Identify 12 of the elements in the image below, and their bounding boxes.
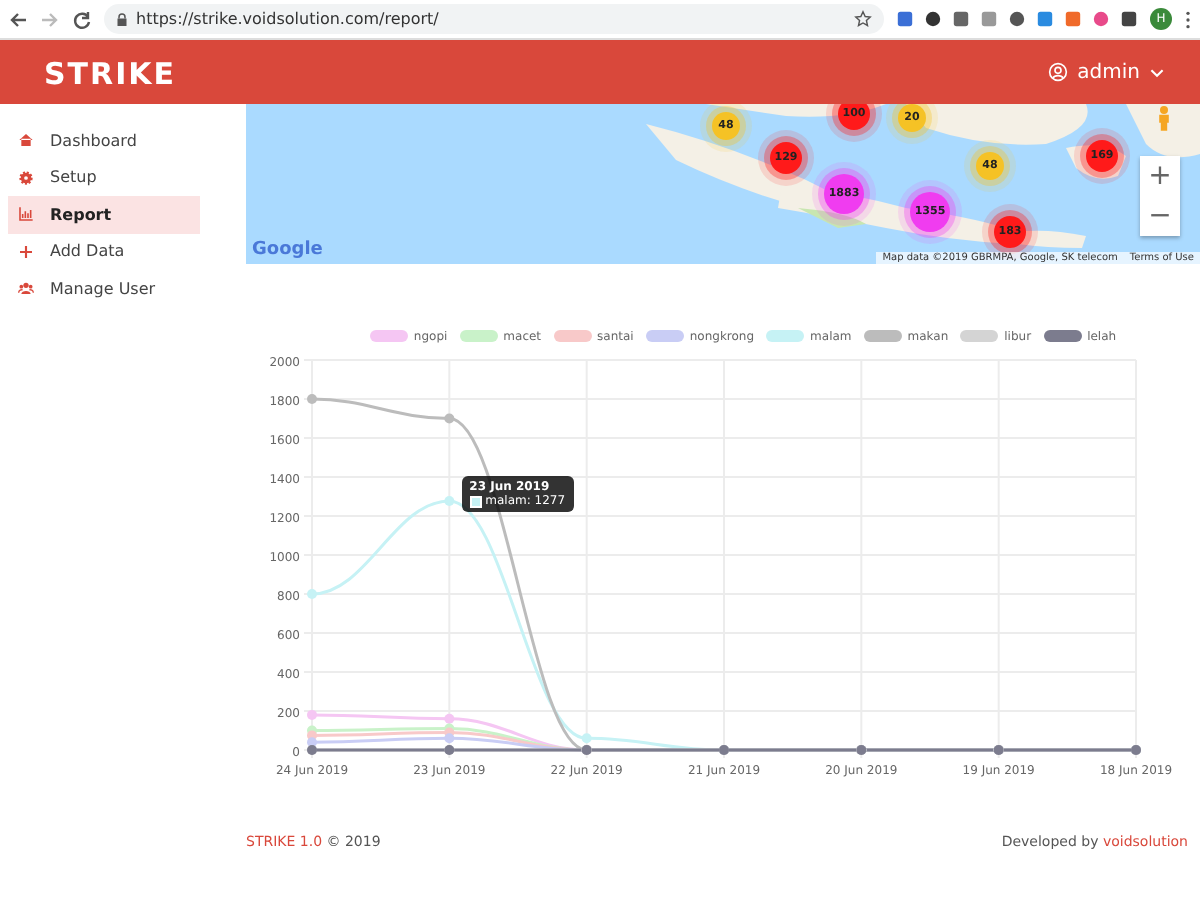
sidebar-item[interactable]: Report	[8, 196, 200, 233]
sidebar-item[interactable]: Dashboard	[8, 122, 200, 159]
app-logo[interactable]: STRIKE	[44, 55, 177, 91]
map-logo: Google	[252, 240, 323, 260]
sidebar-item[interactable]: Setup	[8, 159, 200, 196]
address-bar[interactable]: https://strike.voidsolution.com/report/	[104, 4, 884, 34]
sidebar-item[interactable]: Add Data	[8, 233, 200, 270]
zoom-in-button[interactable]: +	[1140, 156, 1180, 196]
url-text: https://strike.voidsolution.com/report/	[136, 10, 441, 28]
zoom-out-button[interactable]: −	[1140, 196, 1180, 236]
user-menu[interactable]: admin	[1077, 61, 1140, 83]
sidebar-item[interactable]: Manage User	[8, 270, 200, 307]
